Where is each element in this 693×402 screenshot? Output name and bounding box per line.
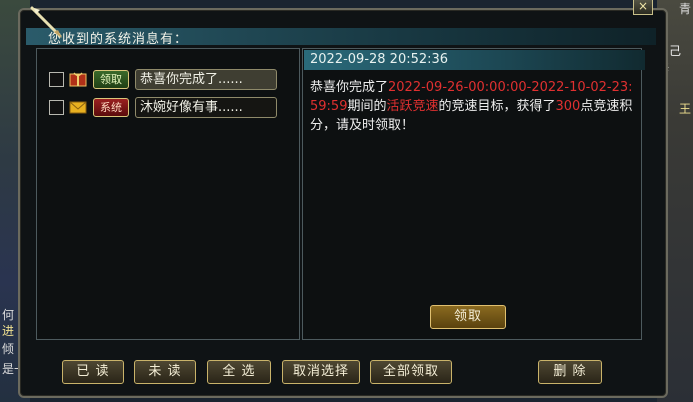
- message-list-panel: 领取 恭喜你完成了...... 系统 沐婉好像有事......: [36, 48, 300, 340]
- delete-button[interactable]: 删 除: [538, 360, 602, 384]
- message-subject[interactable]: 沐婉好像有事......: [135, 97, 277, 118]
- message-checkbox[interactable]: [49, 100, 64, 115]
- mark-unread-button[interactable]: 未 读: [134, 360, 196, 384]
- window-title: 您收到的系统消息有：: [48, 32, 189, 47]
- message-item[interactable]: 系统 沐婉好像有事......: [49, 97, 297, 119]
- message-datetime: 2022-09-28 20:52:36: [304, 50, 645, 70]
- message-body: 恭喜你完成了2022-09-26-00:00:00-2022-10-02-23:…: [310, 78, 634, 135]
- quill-icon: [30, 6, 62, 38]
- cancel-selection-button[interactable]: 取消选择: [282, 360, 360, 384]
- background-text: 青: [678, 2, 691, 16]
- background-text: 进: [2, 324, 15, 338]
- message-checkbox[interactable]: [49, 72, 64, 87]
- claim-all-button[interactable]: 全部领取: [370, 360, 452, 384]
- message-tag-system: 系统: [93, 98, 129, 117]
- background-text: 倾: [2, 342, 15, 356]
- message-text-highlight: 活跃竞速: [386, 99, 439, 114]
- message-tag-claim: 领取: [93, 70, 129, 89]
- message-item[interactable]: 领取 恭喜你完成了......: [49, 69, 297, 91]
- window-title-bar: 您收到的系统消息有：: [26, 28, 656, 47]
- message-text: 的竞速目标，获得了: [438, 99, 556, 114]
- select-all-button[interactable]: 全 选: [207, 360, 271, 384]
- message-text: 期间的: [347, 99, 387, 114]
- background-text: 何: [2, 308, 15, 322]
- message-subject[interactable]: 恭喜你完成了......: [135, 69, 277, 90]
- claim-button[interactable]: 领取: [430, 305, 506, 329]
- close-button[interactable]: ×: [633, 0, 653, 15]
- envelope-icon: [69, 101, 87, 114]
- gift-icon: [69, 72, 87, 87]
- message-text: 恭喜你完成了: [310, 80, 389, 95]
- background-text: 王: [678, 102, 691, 116]
- mark-read-button[interactable]: 已 读: [62, 360, 124, 384]
- message-text-highlight: 300: [555, 99, 581, 114]
